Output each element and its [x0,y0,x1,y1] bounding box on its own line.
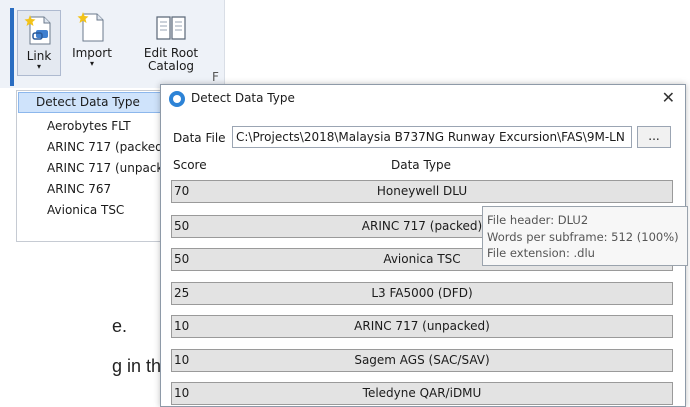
result-data-type: L3 FA5000 (DFD) [371,286,473,300]
result-data-type: Teledyne QAR/iDMU [362,386,482,400]
book-icon [154,10,188,44]
tooltip-line: Words per subframe: 512 (100%) [487,229,679,244]
app-logo-icon [169,91,185,107]
data-file-path-input[interactable]: C:\Projects\2018\Malaysia B737NG Runway … [232,126,632,148]
result-data-type: Honeywell DLU [376,184,468,198]
menu-item-arinc-767[interactable]: ARINC 767 [17,179,183,200]
result-row[interactable]: 25 L3 FA5000 (DFD) [171,282,673,305]
edit-root-catalog-button[interactable]: Edit Root Catalog [138,10,204,73]
background-text-line: e. [112,316,128,336]
link-file-icon [22,13,56,47]
import-button[interactable]: Import ▾ [66,10,118,68]
menu-item-avionica-tsc[interactable]: Avionica TSC [17,200,183,221]
result-tooltip: File header: DLU2 Words per subframe: 51… [482,206,688,266]
browse-button[interactable]: ... [637,126,671,148]
result-row[interactable]: 70 Honeywell DLU [171,180,673,203]
dialog-titlebar[interactable]: Detect Data Type ✕ [161,85,685,113]
menu-item-aerobytes-flt[interactable]: Aerobytes FLT [17,116,183,137]
data-type-column-header: Data Type [391,158,452,172]
import-dropdown-arrow[interactable]: ▾ [66,60,118,68]
ribbon-cut-text: F [212,70,219,84]
menu-item-arinc-717-packed[interactable]: ARINC 717 (packed) [17,137,183,158]
result-row[interactable]: 10 Sagem AGS (SAC/SAV) [171,349,673,372]
result-row[interactable]: 10 ARINC 717 (unpacked) [171,315,673,338]
ribbon-toolbar: Link ▾ Import ▾ Edit Root Catalog F [0,0,225,88]
menu-item-detect-data-type[interactable]: Detect Data Type [18,92,182,113]
link-button[interactable]: Link ▾ [17,10,61,76]
result-data-type: Sagem AGS (SAC/SAV) [354,353,490,367]
result-row[interactable]: 10 Teledyne QAR/iDMU [171,382,673,405]
link-dropdown-arrow[interactable]: ▾ [18,63,60,71]
data-file-label: Data File [173,131,226,145]
edit-root-catalog-label: Edit Root Catalog [143,46,199,73]
link-dropdown-menu: Detect Data Type Aerobytes FLT ARINC 717… [16,90,184,242]
import-file-icon [75,10,109,44]
score-column-header: Score [173,158,207,172]
tooltip-line: File header: DLU2 [487,213,589,227]
tooltip-line: File extension: .dlu [487,246,595,260]
menu-item-arinc-717-unpacked[interactable]: ARINC 717 (unpacked) [17,158,183,179]
ribbon-accent-bar [10,8,14,86]
close-icon[interactable]: ✕ [662,88,675,107]
result-data-type: ARINC 717 (unpacked) [354,319,490,333]
dialog-title: Detect Data Type [191,91,295,105]
